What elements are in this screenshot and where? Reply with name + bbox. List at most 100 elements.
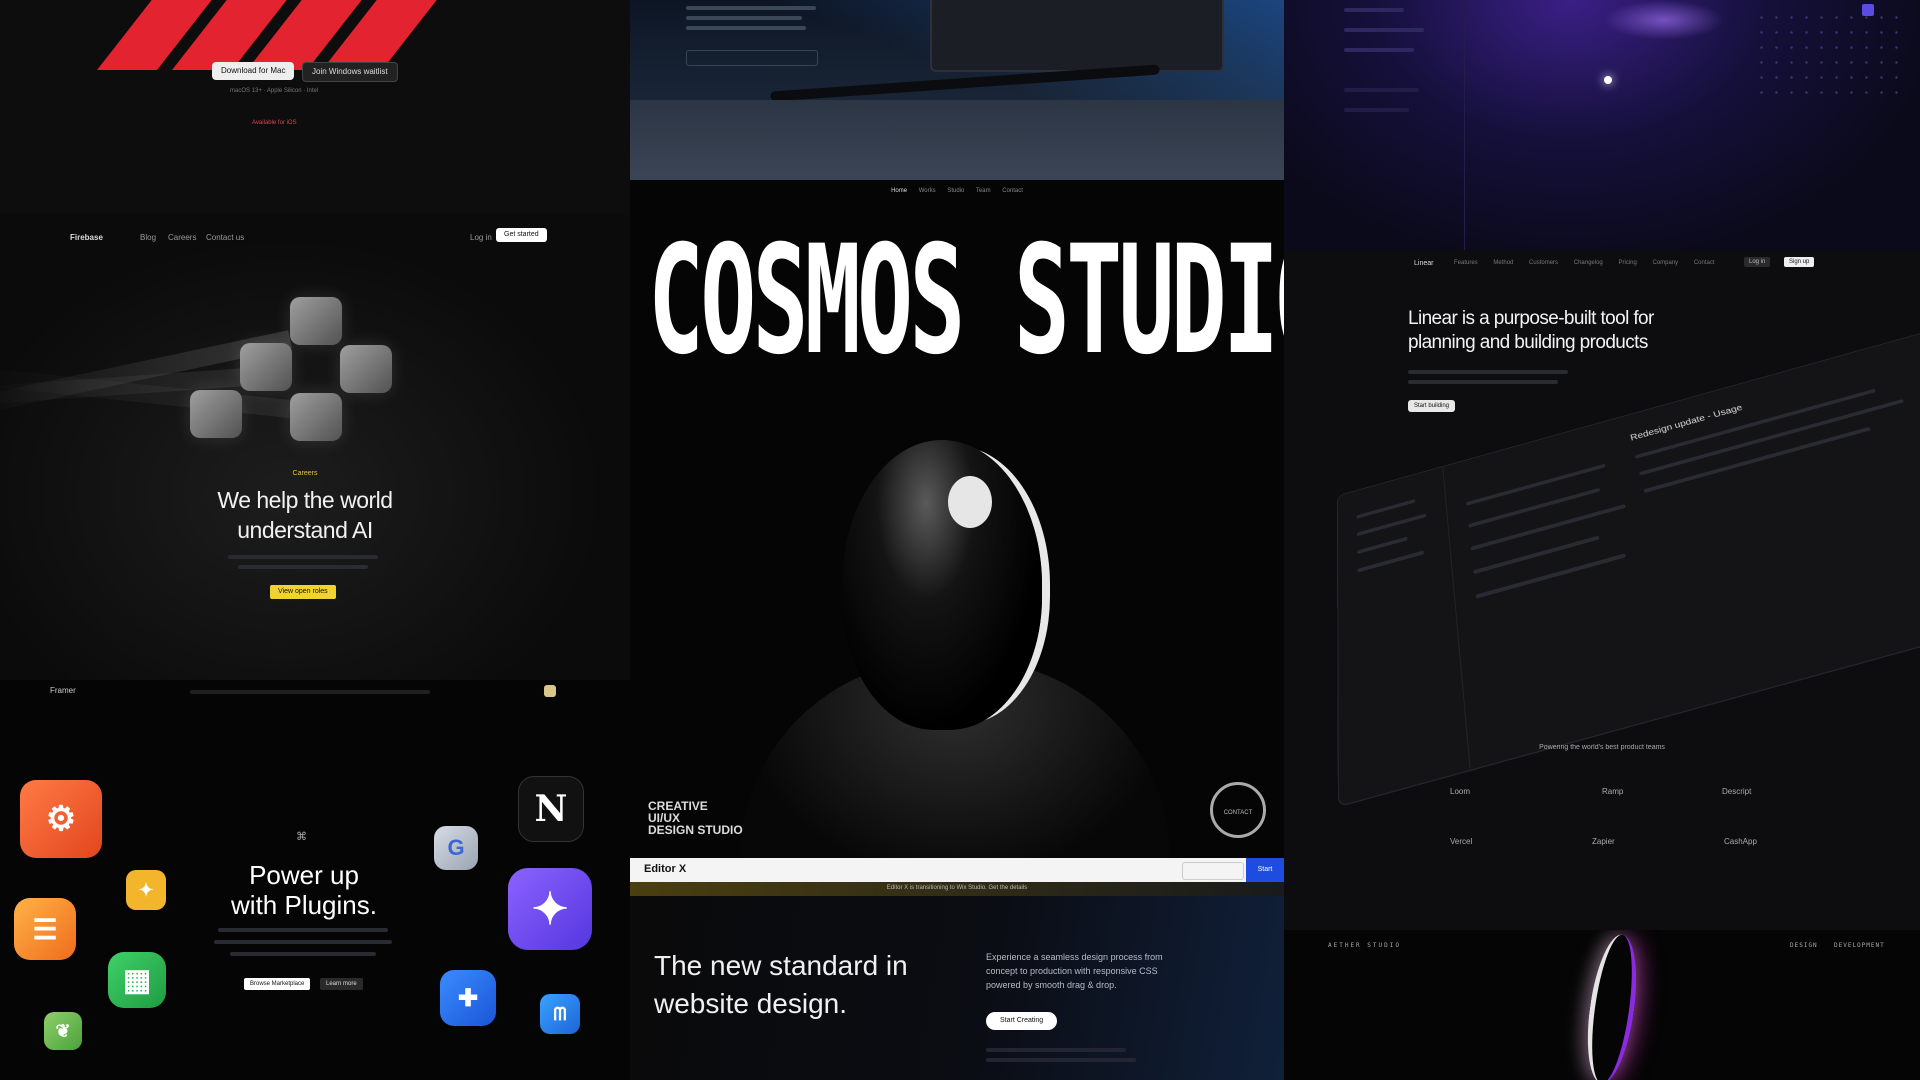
powering-label: Powering the world's best product teams — [1539, 744, 1665, 751]
panel-aether: AETHER STUDIO DESIGN DEVELOPMENT — [1284, 930, 1920, 1080]
ring-graphic — [1579, 931, 1645, 1080]
cosmos-title: COSMOS STUDIO — [648, 214, 1284, 388]
panel-linear: Linear Features Method Customers Changel… — [1284, 250, 1920, 930]
leaf-icon: ❦ — [44, 1012, 82, 1050]
learn-more-button[interactable]: Learn more — [320, 978, 363, 990]
login-button[interactable]: Log in — [1744, 257, 1771, 267]
browse-marketplace-button[interactable]: Browse Marketplace — [244, 978, 311, 990]
laptop-screen — [930, 0, 1224, 72]
language-select[interactable] — [1182, 862, 1244, 880]
desk-surface — [630, 100, 1284, 180]
nav-contact[interactable]: Contact — [1694, 260, 1715, 266]
start-building-button[interactable]: Start building — [1408, 400, 1456, 412]
description: Experience a seamless design process fro… — [986, 950, 1163, 992]
logo-cashapp: CashApp — [1724, 837, 1757, 846]
nav-contact[interactable]: Contact us — [206, 233, 244, 242]
nav-design[interactable]: DESIGN — [1790, 942, 1818, 949]
body-text — [686, 16, 802, 20]
nav-changelog[interactable]: Changelog — [1574, 260, 1603, 266]
brand-name[interactable]: Linear — [1414, 260, 1433, 267]
logo-loom: Loom — [1450, 787, 1471, 796]
avatar[interactable] — [544, 685, 556, 697]
windows-waitlist-button[interactable]: Join Windows waitlist — [302, 62, 398, 82]
headline-line-2: understand AI — [237, 517, 373, 543]
logo-block — [340, 345, 392, 393]
nav-company[interactable]: Company — [1652, 260, 1678, 266]
monday-icon: ᗰ — [540, 994, 580, 1034]
panel-device-render — [630, 0, 1284, 180]
nav-team[interactable]: Team — [976, 188, 991, 194]
nav-careers[interactable]: Careers — [168, 233, 196, 242]
nav-contact[interactable]: Contact — [1002, 188, 1023, 194]
panel-new-standard: Editor X is transitioning to Wix Studio.… — [630, 882, 1284, 1080]
body-text — [218, 928, 388, 932]
sidebar-item[interactable] — [1344, 8, 1404, 12]
nav-works[interactable]: Works — [919, 188, 936, 194]
cursor-dot — [1604, 76, 1612, 84]
apps-icon: ✚ — [440, 970, 496, 1026]
nav-development[interactable]: DEVELOPMENT — [1834, 942, 1885, 949]
sidebar-item[interactable] — [1344, 88, 1419, 92]
body-text — [214, 940, 392, 944]
plugin-glyph-icon: ⌘ — [296, 831, 307, 843]
editor-bar: Editor X Start — [630, 858, 1284, 882]
logo-block — [240, 343, 292, 391]
nav-home[interactable]: Home — [891, 188, 907, 194]
body-text — [1408, 380, 1558, 384]
brand-name[interactable]: Framer — [50, 686, 76, 695]
available-link[interactable]: Available for iOS — [252, 120, 297, 126]
announcement-text[interactable]: Editor X is transitioning to Wix Studio.… — [630, 885, 1284, 891]
download-mac-button[interactable]: Download for Mac — [212, 62, 295, 80]
logo-zapier: Zapier — [1592, 837, 1615, 846]
nav-features[interactable]: Features — [1454, 260, 1478, 266]
start-button[interactable]: Start — [1246, 858, 1284, 882]
fine-print — [986, 1048, 1126, 1052]
logo-block — [290, 393, 342, 441]
login-link[interactable]: Log in — [470, 233, 492, 242]
panel-cosmos-studio: Home Works Studio Team Contact COSMOS ST… — [630, 180, 1284, 858]
body-text — [686, 6, 816, 10]
signup-button[interactable]: Sign up — [1784, 257, 1815, 267]
mini-calendar[interactable] — [1754, 10, 1904, 100]
logo-block — [190, 390, 242, 438]
editor-logo[interactable]: Editor X — [644, 863, 686, 875]
body-text — [1408, 370, 1568, 374]
eyebrow-label: Careers — [292, 470, 318, 477]
nav-pricing[interactable]: Pricing — [1618, 260, 1636, 266]
sidebar-item[interactable] — [1344, 48, 1414, 52]
body-text — [228, 555, 378, 559]
nav-blog[interactable]: Blog — [140, 233, 156, 242]
tagline: CREATIVE UI/UX DESIGN STUDIO — [648, 800, 743, 836]
body-text — [230, 952, 376, 956]
brand-name[interactable]: AETHER STUDIO — [1328, 942, 1401, 949]
body-text — [238, 565, 368, 569]
sparkle-icon: ✦ — [508, 868, 592, 950]
logo-vercel: Vercel — [1450, 837, 1473, 846]
view-roles-button[interactable]: View open roles — [270, 585, 336, 599]
selected-day[interactable] — [1862, 4, 1874, 16]
headline-line-1: Linear is a purpose-built tool for — [1408, 308, 1654, 329]
sidebar-item[interactable] — [1344, 108, 1409, 112]
nav-method[interactable]: Method — [1493, 260, 1513, 266]
get-started-button[interactable]: Get started — [496, 228, 547, 242]
start-creating-button[interactable]: Start Creating — [986, 1012, 1058, 1030]
hubspot-icon: ⚙ — [20, 780, 102, 858]
description-line: concept to production with responsive CS… — [986, 966, 1158, 976]
sidebar-item[interactable] — [1344, 28, 1424, 32]
contact-badge[interactable]: CONTACT — [1210, 782, 1266, 838]
nav-links — [190, 690, 430, 694]
nav-studio[interactable]: Studio — [947, 188, 964, 194]
select-field[interactable] — [686, 50, 818, 66]
sheets-icon: ▦ — [108, 952, 166, 1008]
notion-icon: N — [518, 776, 584, 842]
fine-print — [986, 1058, 1136, 1062]
panel-calendar-app — [1284, 0, 1920, 250]
panel-ai-hero: Firebase Blog Careers Contact us Log in … — [0, 215, 630, 680]
description-line: powered by smooth drag & drop. — [986, 980, 1117, 990]
nav-customers[interactable]: Customers — [1529, 260, 1558, 266]
brand-name[interactable]: Firebase — [70, 233, 103, 242]
body-text — [686, 26, 806, 30]
logo-descript: Descript — [1722, 787, 1752, 796]
panel-download-hero: Download for Mac Join Windows waitlist m… — [0, 0, 630, 215]
announcement-bar: Editor X is transitioning to Wix Studio.… — [630, 882, 1284, 896]
